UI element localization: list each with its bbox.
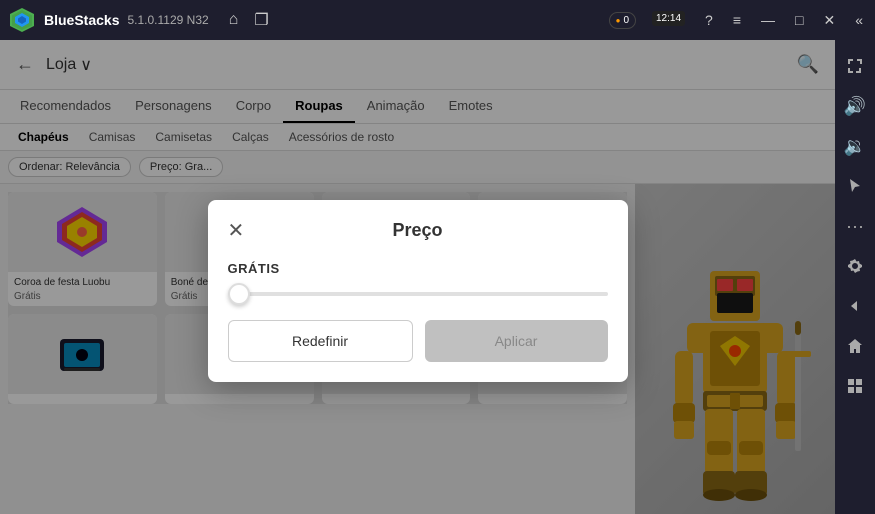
titlebar: BlueStacks 5.1.0.1129 N32 ⌂ ❐ ● 0 12:14 … bbox=[0, 0, 875, 40]
notification-badge[interactable]: ● 0 bbox=[609, 12, 636, 29]
app-name: BlueStacks bbox=[44, 12, 119, 28]
layers-nav-icon[interactable]: ❐ bbox=[254, 10, 268, 30]
maximize-button[interactable]: □ bbox=[791, 10, 807, 31]
titlebar-controls: ● 0 12:14 bbox=[609, 11, 685, 30]
main-area: ← Loja ∨ 🔍 Recomendados Personagens Corp… bbox=[0, 40, 835, 514]
apps-sidebar-button[interactable] bbox=[837, 368, 873, 404]
help-button[interactable]: ? bbox=[701, 10, 717, 31]
modal-buttons: Redefinir Aplicar bbox=[228, 320, 608, 362]
bluestacks-logo bbox=[8, 6, 36, 34]
menu-button[interactable]: ≡ bbox=[729, 10, 745, 31]
fullscreen-button[interactable] bbox=[837, 48, 873, 84]
volume-up-button[interactable]: 🔊 bbox=[837, 88, 873, 124]
reset-button[interactable]: Redefinir bbox=[228, 320, 413, 362]
slider-container bbox=[228, 292, 608, 296]
modal-close-button[interactable]: ✕ bbox=[228, 218, 245, 243]
modal-title: Preço bbox=[228, 220, 608, 241]
modal-overlay[interactable]: ✕ Preço GRÁTIS Redefinir Aplicar bbox=[0, 40, 835, 514]
apply-button[interactable]: Aplicar bbox=[425, 320, 608, 362]
notification-count: 0 bbox=[623, 15, 629, 26]
right-sidebar: 🔊 🔉 ··· bbox=[835, 40, 875, 514]
volume-down-button[interactable]: 🔉 bbox=[837, 128, 873, 164]
settings-button[interactable] bbox=[837, 248, 873, 284]
nav-icons: ⌂ ❐ bbox=[229, 10, 269, 30]
price-modal: ✕ Preço GRÁTIS Redefinir Aplicar bbox=[208, 200, 628, 382]
back-arrow-button[interactable]: « bbox=[851, 10, 867, 31]
more-options-button[interactable]: ··· bbox=[837, 208, 873, 244]
home-sidebar-button[interactable] bbox=[837, 328, 873, 364]
back-sidebar-button[interactable] bbox=[837, 288, 873, 324]
slider-thumb[interactable] bbox=[228, 283, 250, 305]
close-button[interactable]: ✕ bbox=[819, 10, 839, 31]
window-controls: ? ≡ — □ ✕ « bbox=[701, 10, 867, 31]
home-nav-icon[interactable]: ⌂ bbox=[229, 11, 239, 29]
slider-track[interactable] bbox=[228, 292, 608, 296]
price-label: GRÁTIS bbox=[228, 261, 608, 276]
cursor-button[interactable] bbox=[837, 168, 873, 204]
app-version: 5.1.0.1129 N32 bbox=[127, 13, 208, 27]
time-display: 12:14 bbox=[652, 11, 685, 26]
minimize-button[interactable]: — bbox=[757, 10, 779, 31]
dot-icon: ● bbox=[616, 16, 621, 25]
modal-header: ✕ Preço bbox=[228, 220, 608, 241]
